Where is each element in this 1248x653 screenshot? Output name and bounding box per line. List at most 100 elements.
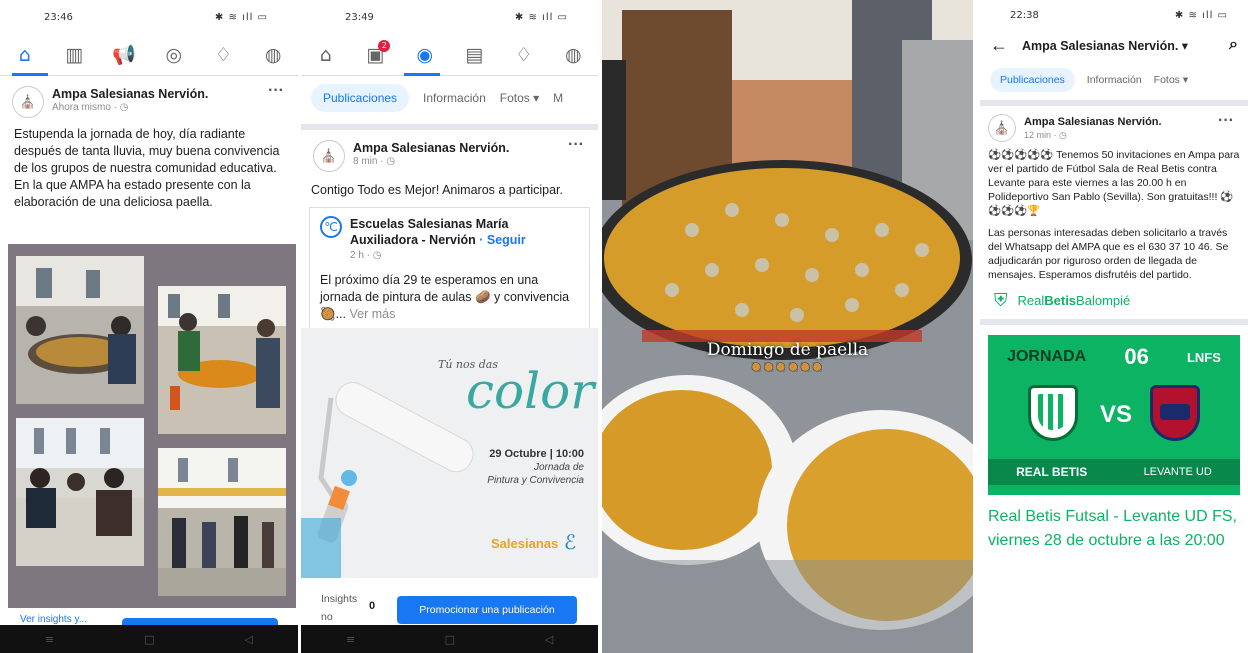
recent-apps-icon[interactable]: ≡ xyxy=(346,633,355,646)
bell-icon[interactable]: ♢ xyxy=(208,44,238,66)
school-logo-icon[interactable]: ℃ xyxy=(320,216,342,238)
profile-icon[interactable]: ◉ xyxy=(410,44,440,66)
divider xyxy=(980,319,1248,325)
post-text: Contigo Todo es Mejor! Animaros a partic… xyxy=(311,183,563,197)
photo-collage[interactable] xyxy=(8,244,296,608)
tab-publicaciones[interactable]: Publicaciones xyxy=(990,68,1075,92)
vs-label: VS xyxy=(1100,401,1133,428)
team-strip: REAL BETIS LEVANTE UD xyxy=(988,459,1240,485)
megaphone-icon[interactable]: 📢 xyxy=(109,43,139,66)
tab-publicaciones[interactable]: Publicaciones xyxy=(311,84,410,112)
notification-badge: 2 xyxy=(378,39,391,52)
more-options-icon[interactable]: ··· xyxy=(1218,112,1234,130)
club-name-b[interactable]: Betis xyxy=(1044,293,1076,308)
match-header-strip: JORNADA 06 LNFS xyxy=(988,344,1240,369)
link-title[interactable]: Real Betis Futsal - Levante UD FS, viern… xyxy=(980,495,1248,553)
page-title[interactable]: Ampa Salesianas Nervión. ▾ xyxy=(1022,38,1229,53)
page-avatar[interactable]: ⛪ xyxy=(988,114,1016,142)
betis-emoji-row: ⚽⚽⚽⚽⚽ xyxy=(988,149,1057,161)
post-text-1: ⚽⚽⚽⚽⚽ Tenemos 50 invitaciones en Ampa pa… xyxy=(980,142,1248,218)
page-avatar[interactable]: ⛪ xyxy=(313,140,345,172)
pages-icon[interactable]: ▤ xyxy=(459,44,489,66)
screenshot-panel-2: 23:49 ✱ ≋ ıll ▭ ⌂ ▣ 2 ◉ ▤ ♢ ◍ Publicacion… xyxy=(301,0,598,653)
banner-date: 29 Octubre | 10:00 xyxy=(489,448,584,460)
away-crest-icon xyxy=(1150,385,1200,441)
status-icons: ✱ ≋ ıll ▭ xyxy=(514,11,568,23)
screenshot-panel-3-photo: Domingo de paella 🥘🥘🥘🥘🥘🥘 xyxy=(602,0,973,653)
tab-more[interactable]: M xyxy=(553,91,563,105)
tab-fotos[interactable]: Fotos ▾ xyxy=(1154,74,1188,86)
status-icons: ✱ ≋ ıll ▭ xyxy=(1174,9,1228,21)
active-tab-indicator xyxy=(404,73,440,76)
menu-avatar-icon[interactable]: ◍ xyxy=(258,44,288,66)
promote-button[interactable]: Promocionar una publicación xyxy=(397,596,577,624)
search-icon[interactable]: ⌕ xyxy=(1229,36,1238,54)
screenshot-panel-1: 23:46 ✱ ≋ ıll ▭ ⌂ ▥ 📢 ◎ ♢ ◍ ⛪ Ampa Sales… xyxy=(0,0,298,653)
top-nav: ⌂ ▥ 📢 ◎ ♢ ◍ xyxy=(0,34,298,76)
system-nav-bar: ≡ □ ◁ xyxy=(0,625,298,653)
collage-photo-4[interactable] xyxy=(158,448,286,596)
tab-informacion[interactable]: Información xyxy=(423,91,486,105)
jornada-number: 06 xyxy=(1124,344,1149,369)
post-time: 12 min · ◷ xyxy=(1024,130,1067,140)
page-tabs: Publicaciones Información Fotos ▾ xyxy=(980,60,1248,100)
home-icon[interactable]: ⌂ xyxy=(311,44,341,66)
more-options-icon[interactable]: ··· xyxy=(568,136,584,154)
back-arrow-icon[interactable]: ← xyxy=(990,35,1008,56)
collage-photo-3[interactable] xyxy=(16,418,144,566)
post-time: Ahora mismo · ◷ xyxy=(52,102,129,113)
status-bar: 23:46 ✱ ≋ ıll ▭ xyxy=(0,0,298,34)
follow-link[interactable]: Seguir xyxy=(487,233,526,247)
tab-informacion[interactable]: Información xyxy=(1087,74,1142,86)
paella-photo[interactable] xyxy=(602,0,973,653)
insights-link[interactable]: Ver insights y... xyxy=(20,614,87,625)
menu-avatar-icon[interactable]: ◍ xyxy=(558,44,588,66)
profile-icon[interactable]: ◎ xyxy=(159,44,189,66)
jornada-label: JORNADA xyxy=(1007,348,1087,365)
home-team-name: REAL BETIS xyxy=(1016,465,1088,479)
club-name-c[interactable]: Balompié xyxy=(1076,293,1130,308)
post-author[interactable]: Ampa Salesianas Nervión. xyxy=(353,140,509,156)
insights-label: Insights no xyxy=(321,593,358,623)
recent-apps-icon[interactable]: ≡ xyxy=(45,633,54,646)
post-author[interactable]: Ampa Salesianas Nervión. xyxy=(52,86,208,102)
shared-post[interactable]: ℃ Escuelas Salesianas María Auxiliadora … xyxy=(309,207,590,337)
pages-icon[interactable]: ▥ xyxy=(59,44,89,66)
collage-photo-1[interactable] xyxy=(16,256,144,404)
league-label: LNFS xyxy=(1186,349,1221,365)
status-time: 23:46 xyxy=(44,11,73,23)
top-nav: ⌂ ▣ 2 ◉ ▤ ♢ ◍ xyxy=(301,34,598,76)
banner-sub1: Jornada de xyxy=(533,462,584,473)
post-text-2: Las personas interesadas deben solicitar… xyxy=(988,227,1229,281)
insights-row: Insights no 0 Promocionar una publicació… xyxy=(301,582,598,626)
bell-icon[interactable]: ♢ xyxy=(509,44,539,66)
tab-fotos[interactable]: Fotos ▾ xyxy=(500,91,539,105)
betis-crest-icon: ⛨ xyxy=(994,290,1008,310)
club-row[interactable]: ⛨ RealBetisBalompié xyxy=(980,282,1248,319)
status-icons: ✱ ≋ ıll ▭ xyxy=(214,11,268,23)
screenshot-panel-4: 22:38 ✱ ≋ ıll ▭ ← Ampa Salesianas Nervió… xyxy=(980,0,1248,653)
home-icon[interactable]: ⌂ xyxy=(10,44,40,66)
match-graphic[interactable]: JORNADA 06 LNFS VS REAL BETIS LEVANTE UD xyxy=(988,335,1240,495)
page-tabs: Publicaciones Información Fotos ▾ M xyxy=(301,76,598,120)
back-icon[interactable]: ◁ xyxy=(245,633,253,646)
post-author[interactable]: Ampa Salesianas Nervión. xyxy=(1024,114,1162,130)
event-banner[interactable]: Tú nos das color 29 Octubre | 10:00 Jorn… xyxy=(301,328,598,578)
post-time: 8 min · ◷ xyxy=(353,156,396,167)
home-button-icon[interactable]: □ xyxy=(445,633,455,646)
system-nav-bar: ≡ □ ◁ xyxy=(301,625,598,653)
insights-value: 0 xyxy=(369,600,376,612)
notifications-icon[interactable]: ▣ 2 xyxy=(360,39,391,66)
post-text: Estupenda la jornada de hoy, día radiant… xyxy=(14,127,280,209)
home-button-icon[interactable]: □ xyxy=(144,633,154,646)
more-options-icon[interactable]: ··· xyxy=(268,82,284,100)
caption-emoji-row: 🥘🥘🥘🥘🥘🥘 xyxy=(750,362,825,372)
page-header: ← Ampa Salesianas Nervión. ▾ ⌕ xyxy=(980,30,1248,60)
home-crest-icon xyxy=(1028,385,1078,441)
see-more-link[interactable]: Ver más xyxy=(349,307,395,321)
page-avatar[interactable]: ⛪ xyxy=(12,86,44,118)
club-name-a[interactable]: Real xyxy=(1018,293,1045,308)
back-icon[interactable]: ◁ xyxy=(545,633,553,646)
post-header: ⛪ Ampa Salesianas Nervión. 12 min · ◷ ··… xyxy=(980,106,1248,142)
collage-photo-2[interactable] xyxy=(158,286,286,434)
